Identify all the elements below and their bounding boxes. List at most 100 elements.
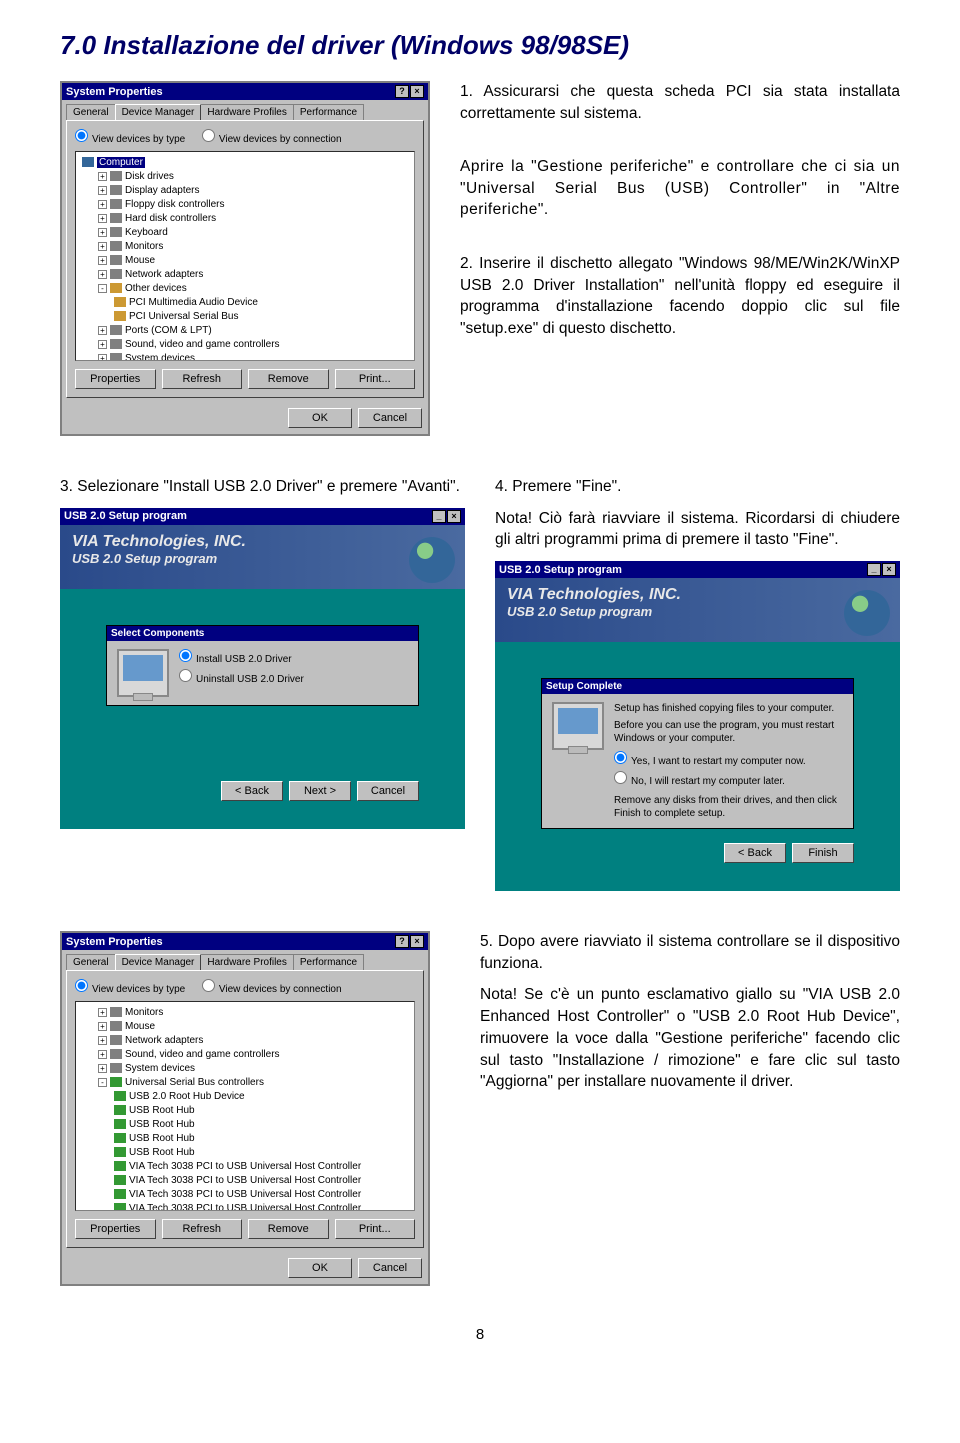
print-button[interactable]: Print...: [335, 369, 416, 389]
remove-button[interactable]: Remove: [248, 369, 329, 389]
inner-header: Setup Complete: [542, 679, 853, 694]
tree-item[interactable]: USB Root Hub: [80, 1118, 410, 1132]
step3-text: 3. Selezionare "Install USB 2.0 Driver" …: [60, 476, 465, 498]
tab-device-manager[interactable]: Device Manager: [115, 104, 202, 120]
tree-item[interactable]: +Keyboard: [80, 226, 410, 240]
tree-item[interactable]: -Universal Serial Bus controllers: [80, 1076, 410, 1090]
screenshot-1-sysprops: System Properties ?× General Device Mana…: [60, 81, 430, 436]
step5-p2: Nota! Se c'è un punto esclamativo giallo…: [480, 984, 900, 1092]
ok-button[interactable]: OK: [288, 1258, 352, 1278]
close-icon[interactable]: ×: [447, 510, 461, 523]
tab-device-manager[interactable]: Device Manager: [115, 954, 202, 970]
cancel-button[interactable]: Cancel: [358, 408, 422, 428]
row-1: System Properties ?× General Device Mana…: [60, 81, 900, 436]
tree-item[interactable]: PCI Universal Serial Bus: [80, 310, 410, 324]
tree-item[interactable]: USB Root Hub: [80, 1104, 410, 1118]
tree-item[interactable]: +Hard disk controllers: [80, 212, 410, 226]
tree-item[interactable]: VIA Tech 3038 PCI to USB Universal Host …: [80, 1188, 410, 1202]
radio-by-connection[interactable]: View devices by connection: [202, 984, 342, 995]
tree-item[interactable]: +Display adapters: [80, 184, 410, 198]
back-button[interactable]: < Back: [724, 843, 786, 863]
tree-item[interactable]: +Ports (COM & LPT): [80, 324, 410, 338]
cancel-button[interactable]: Cancel: [357, 781, 419, 801]
tree-item[interactable]: +Network adapters: [80, 1034, 410, 1048]
window-controls[interactable]: ?×: [394, 85, 424, 98]
tree-item[interactable]: +Monitors: [80, 240, 410, 254]
page-title: 7.0 Installazione del driver (Windows 98…: [60, 30, 900, 61]
tree-item[interactable]: Computer: [80, 156, 410, 170]
help-icon[interactable]: ?: [395, 935, 409, 948]
screenshot-4-sysprops: System Properties ?× General Device Mana…: [60, 931, 430, 1286]
tree-item[interactable]: +Network adapters: [80, 268, 410, 282]
globe-icon: [409, 537, 455, 583]
tree-item[interactable]: +Sound, video and game controllers: [80, 338, 410, 352]
close-icon[interactable]: ×: [882, 563, 896, 576]
close-icon[interactable]: ×: [410, 935, 424, 948]
tree-item[interactable]: VIA Tech 3038 PCI to USB Universal Host …: [80, 1160, 410, 1174]
computer-icon: [552, 702, 604, 750]
refresh-button[interactable]: Refresh: [162, 1219, 243, 1239]
select-components-box: Select Components Install USB 2.0 Driver…: [106, 625, 419, 706]
finish-button[interactable]: Finish: [792, 843, 854, 863]
dialog-title: System Properties: [66, 936, 163, 948]
close-icon[interactable]: ×: [410, 85, 424, 98]
tree-item[interactable]: USB 2.0 Root Hub Device: [80, 1090, 410, 1104]
tab-general[interactable]: General: [66, 104, 116, 120]
window-controls[interactable]: ?×: [394, 935, 424, 948]
step1-p2: Aprire la "Gestione periferiche" e contr…: [460, 156, 900, 221]
radio-restart-now[interactable]: Yes, I want to restart my computer now.: [614, 751, 843, 768]
tree-item[interactable]: +Floppy disk controllers: [80, 198, 410, 212]
tab-hardware-profiles[interactable]: Hardware Profiles: [200, 104, 293, 120]
tree-item[interactable]: PCI Multimedia Audio Device: [80, 296, 410, 310]
print-button[interactable]: Print...: [335, 1219, 416, 1239]
back-button[interactable]: < Back: [221, 781, 283, 801]
tree-item[interactable]: +Mouse: [80, 254, 410, 268]
radio-uninstall[interactable]: Uninstall USB 2.0 Driver: [179, 669, 304, 686]
tree-item[interactable]: USB Root Hub: [80, 1146, 410, 1160]
computer-icon: [117, 649, 169, 697]
tree-item[interactable]: USB Root Hub: [80, 1132, 410, 1146]
tab-performance[interactable]: Performance: [293, 104, 364, 120]
tree-item[interactable]: +Mouse: [80, 1020, 410, 1034]
radio-install[interactable]: Install USB 2.0 Driver: [179, 649, 304, 666]
minimize-icon[interactable]: _: [867, 563, 881, 576]
msg3: Remove any disks from their drives, and …: [614, 794, 843, 820]
tree-item[interactable]: VIA Tech 3038 PCI to USB Universal Host …: [80, 1202, 410, 1211]
properties-button[interactable]: Properties: [75, 369, 156, 389]
tree-item[interactable]: +Sound, video and game controllers: [80, 1048, 410, 1062]
radio-by-type[interactable]: View devices by type: [75, 984, 185, 995]
cancel-button[interactable]: Cancel: [358, 1258, 422, 1278]
step2-p: 2. Inserire il dischetto allegato "Windo…: [460, 253, 900, 340]
setup-complete-box: Setup Complete Setup has finished copyin…: [541, 678, 854, 829]
radio-by-type[interactable]: View devices by type: [75, 134, 185, 145]
refresh-button[interactable]: Refresh: [162, 369, 243, 389]
device-tree[interactable]: Computer+Disk drives+Display adapters+Fl…: [75, 151, 415, 361]
step-1-2-text: 1. Assicurarsi che questa scheda PCI sia…: [430, 81, 900, 350]
radio-by-connection[interactable]: View devices by connection: [202, 134, 342, 145]
step4-p1: 4. Premere "Fine".: [495, 476, 900, 498]
tree-item[interactable]: +Disk drives: [80, 170, 410, 184]
ok-button[interactable]: OK: [288, 408, 352, 428]
remove-button[interactable]: Remove: [248, 1219, 329, 1239]
device-tree[interactable]: +Monitors+Mouse+Network adapters+Sound, …: [75, 1001, 415, 1211]
next-button[interactable]: Next >: [289, 781, 351, 801]
setup-banner: VIA Technologies, INC. USB 2.0 Setup pro…: [60, 525, 465, 589]
tree-item[interactable]: +Monitors: [80, 1006, 410, 1020]
tree-item[interactable]: +System devices: [80, 1062, 410, 1076]
step4-p2: Nota! Ciò farà riavviare il sistema. Ric…: [495, 508, 900, 551]
tab-general[interactable]: General: [66, 954, 116, 970]
properties-button[interactable]: Properties: [75, 1219, 156, 1239]
radio-restart-later[interactable]: No, I will restart my computer later.: [614, 771, 843, 788]
globe-icon: [844, 590, 890, 636]
minimize-icon[interactable]: _: [432, 510, 446, 523]
tree-item[interactable]: +System devices: [80, 352, 410, 361]
tree-item[interactable]: -Other devices: [80, 282, 410, 296]
tab-hardware-profiles[interactable]: Hardware Profiles: [200, 954, 293, 970]
tree-item[interactable]: VIA Tech 3038 PCI to USB Universal Host …: [80, 1174, 410, 1188]
help-icon[interactable]: ?: [395, 85, 409, 98]
screenshot-2-setup-select: USB 2.0 Setup program _× VIA Technologie…: [60, 508, 465, 829]
dialog-titlebar: System Properties ?×: [62, 83, 428, 100]
view-radios: View devices by type View devices by con…: [75, 979, 415, 995]
tab-performance[interactable]: Performance: [293, 954, 364, 970]
step-5-text: 5. Dopo avere riavviato il sistema contr…: [460, 931, 900, 1103]
